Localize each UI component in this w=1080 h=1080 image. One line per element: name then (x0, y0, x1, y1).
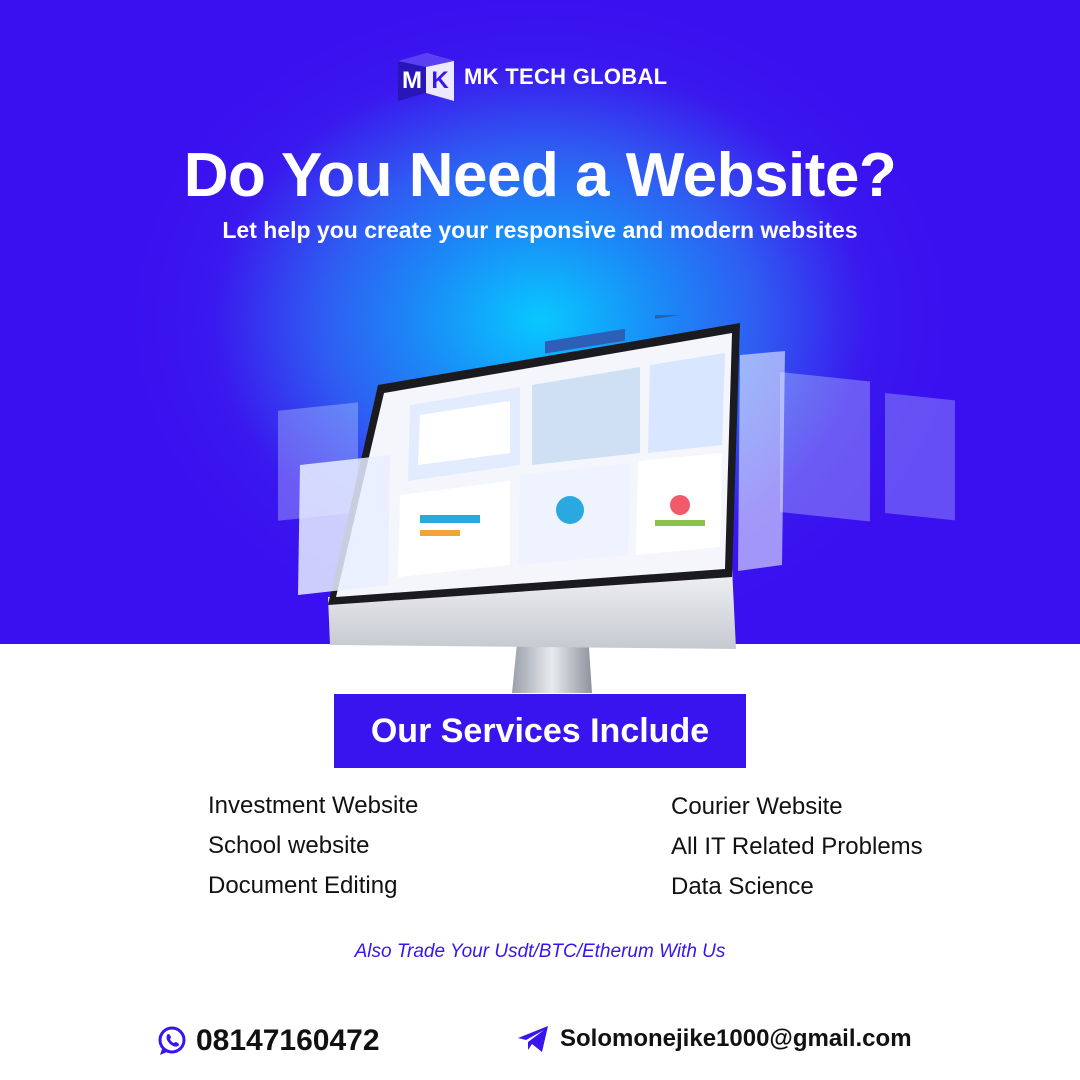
service-item: Investment Website (208, 792, 419, 819)
service-item: Courier Website (671, 793, 843, 820)
whatsapp-icon (158, 1026, 186, 1055)
telegram-icon (518, 1026, 548, 1052)
service-item: Document Editing (208, 872, 398, 899)
email-address: Solomonejike1000@gmail.com (560, 1025, 912, 1052)
service-item: School website (208, 832, 370, 859)
services-heading: Our Services Include (334, 694, 746, 768)
email-contact[interactable]: Solomonejike1000@gmail.com (516, 1024, 912, 1054)
service-item: All IT Related Problems (671, 833, 923, 860)
service-item: Data Science (671, 873, 814, 900)
trade-note: Also Trade Your Usdt/BTC/Etherum With Us (354, 941, 726, 962)
phone-contact[interactable]: 08147160472 (156, 1024, 380, 1058)
phone-number: 08147160472 (196, 1024, 380, 1057)
monitor-illustration (298, 315, 785, 693)
